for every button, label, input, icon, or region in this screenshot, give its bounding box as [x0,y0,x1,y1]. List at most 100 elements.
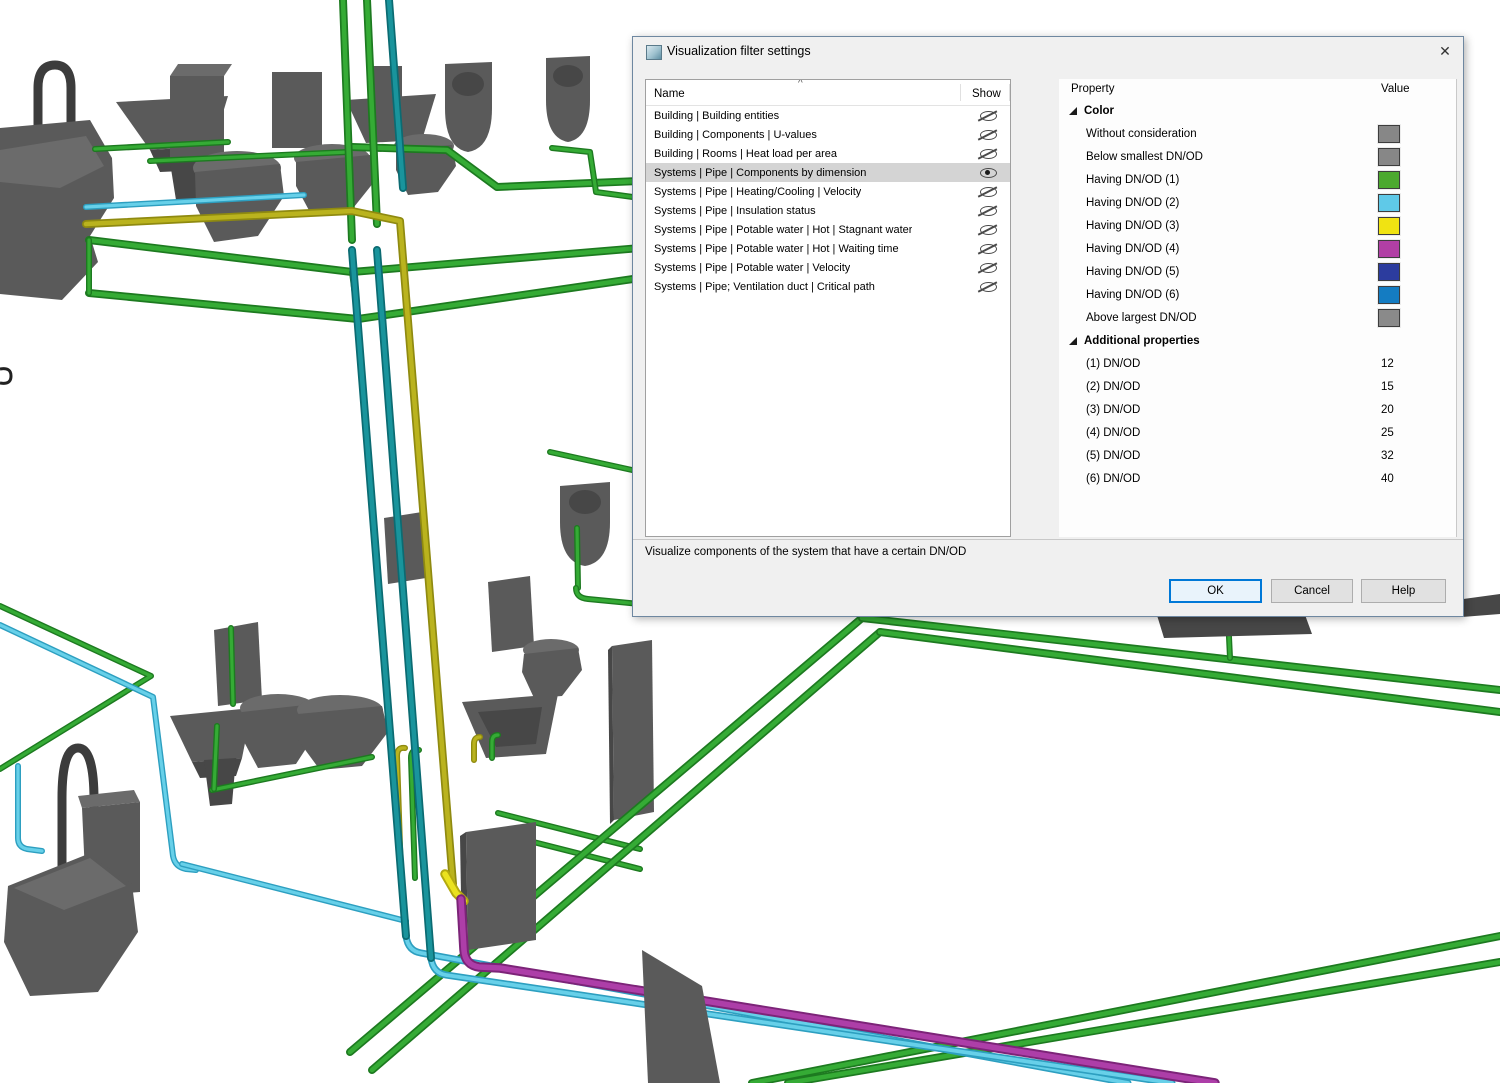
filter-name: Building | Components | U-values [646,129,817,141]
filter-name: Building | Rooms | Heat load per area [646,148,837,160]
list-header: Name ^ Show [646,80,1010,106]
property-label: (6) DN/OD [1059,473,1140,485]
color-swatch[interactable] [1378,286,1400,304]
property-value[interactable]: 12 [1381,358,1394,370]
property-row[interactable]: Above largest DN/OD [1059,306,1456,329]
filter-name: Building | Building entities [646,110,779,122]
color-swatch[interactable] [1378,194,1400,212]
filter-list-row[interactable]: Building | Rooms | Heat load per area [646,144,1010,163]
color-swatch[interactable] [1378,171,1400,189]
urinal-basin [452,72,484,96]
property-row[interactable]: Having DN/OD (1) [1059,168,1456,191]
color-swatch[interactable] [1378,240,1400,258]
property-row[interactable]: Without consideration [1059,122,1456,145]
property-value[interactable]: 25 [1381,427,1394,439]
filter-name: Systems | Pipe; Ventilation duct | Criti… [646,281,875,293]
cistern-top [170,64,232,76]
filter-name: Systems | Pipe | Potable water | Velocit… [646,262,850,274]
eye-crossed-icon[interactable] [980,225,997,235]
property-label: (3) DN/OD [1059,404,1140,416]
dialog-titlebar[interactable]: Visualization filter settings ✕ [633,37,1463,65]
property-label: Having DN/OD (6) [1059,289,1179,301]
property-label: Having DN/OD (5) [1059,266,1179,278]
property-grid-header: Property Value [1059,79,1456,99]
property-row[interactable]: (1) DN/OD12 [1059,352,1456,375]
property-label: Having DN/OD (4) [1059,243,1179,255]
filter-list-row[interactable]: Systems | Pipe | Potable water | Hot | S… [646,220,1010,239]
expanded-triangle-icon[interactable] [1069,107,1077,115]
property-row[interactable]: Having DN/OD (3) [1059,214,1456,237]
property-value[interactable]: 15 [1381,381,1394,393]
property-row[interactable]: Having DN/OD (5) [1059,260,1456,283]
visualization-filter-dialog: Visualization filter settings ✕ Name ^ S… [632,36,1464,617]
filter-list-row[interactable]: Systems | Pipe | Insulation status [646,201,1010,220]
filter-list-row[interactable]: Systems | Pipe | Potable water | Hot | W… [646,239,1010,258]
eye-crossed-icon[interactable] [980,149,997,159]
color-swatch[interactable] [1378,263,1400,281]
filter-list-row[interactable]: Systems | Pipe | Potable water | Velocit… [646,258,1010,277]
urinal-basin [553,65,583,87]
filter-list-row[interactable]: Building | Building entities [646,106,1010,125]
color-swatch[interactable] [1378,217,1400,235]
property-group-row[interactable]: Additional properties [1059,329,1456,352]
property-row[interactable]: (5) DN/OD32 [1059,444,1456,467]
eye-crossed-icon[interactable] [980,111,997,121]
property-group-label: Color [1084,105,1114,117]
property-row[interactable]: Having DN/OD (6) [1059,283,1456,306]
property-row[interactable]: (6) DN/OD 40 [1059,467,1456,490]
cancel-button[interactable]: Cancel [1271,579,1353,603]
property-row[interactable]: (2) DN/OD 15 [1059,375,1456,398]
property-row[interactable]: Below smallest DN/OD [1059,145,1456,168]
property-value[interactable]: 32 [1381,450,1394,462]
property-value[interactable]: 20 [1381,404,1394,416]
property-row[interactable]: (3) DN/OD 20 [1059,398,1456,421]
urinal-basin [569,490,601,514]
eye-crossed-icon[interactable] [980,282,997,292]
color-swatch[interactable] [1378,125,1400,143]
close-icon[interactable]: ✕ [1435,42,1455,61]
filter-list-row[interactable]: Systems | Pipe; Ventilation duct | Criti… [646,277,1010,296]
color-swatch[interactable] [1378,148,1400,166]
filter-description: Visualize components of the system that … [645,546,966,558]
filter-name: Systems | Pipe | Heating/Cooling | Veloc… [646,186,861,198]
column-header-show[interactable]: Show [972,88,1001,100]
dialog-title: Visualization filter settings [667,44,811,58]
sort-ascending-icon[interactable]: ^ [798,79,803,89]
property-grid: Color Without consideration Below smallest… [1059,99,1456,490]
fixtures-lower-room [4,482,654,996]
filter-list-row[interactable]: Building | Components | U-values [646,125,1010,144]
sink [170,708,252,762]
property-row[interactable]: Having DN/OD (4) [1059,237,1456,260]
ok-button[interactable]: OK [1169,579,1262,603]
filter-list-panel: Name ^ Show Building | Building entities… [645,79,1011,537]
property-row[interactable]: (4) DN/OD 25 [1059,421,1456,444]
eye-crossed-icon[interactable] [980,244,997,254]
filter-list: Building | Building entities Building | C… [646,106,1010,296]
column-header-name[interactable]: Name [654,88,685,100]
eye-crossed-icon[interactable] [980,263,997,273]
property-label: Below smallest DN/OD [1059,151,1203,163]
property-row[interactable]: Having DN/OD (2) [1059,191,1456,214]
property-value[interactable]: 40 [1381,473,1394,485]
expanded-triangle-icon[interactable] [1069,337,1077,345]
footer-divider [633,539,1463,540]
property-group-row[interactable]: Color [1059,99,1456,122]
grab-bar-detail [0,369,11,384]
property-label: (4) DN/OD [1059,427,1140,439]
property-label: (2) DN/OD [1059,381,1140,393]
property-label: Above largest DN/OD [1059,312,1197,324]
color-swatch[interactable] [1378,309,1400,327]
eye-crossed-icon[interactable] [980,206,997,216]
cistern [214,622,262,706]
property-label: Without consideration [1059,128,1197,140]
filter-list-row[interactable]: Systems | Pipe | Components by dimension [646,163,1010,182]
column-divider [1009,84,1010,101]
eye-crossed-icon[interactable] [980,130,997,140]
eye-crossed-icon[interactable] [980,187,997,197]
help-button[interactable]: Help [1361,579,1446,603]
property-label: Having DN/OD (3) [1059,220,1179,232]
filter-list-row[interactable]: Systems | Pipe | Heating/Cooling | Veloc… [646,182,1010,201]
app-icon [646,45,662,60]
eye-icon[interactable] [980,168,997,178]
toilet-bowl [296,155,374,216]
